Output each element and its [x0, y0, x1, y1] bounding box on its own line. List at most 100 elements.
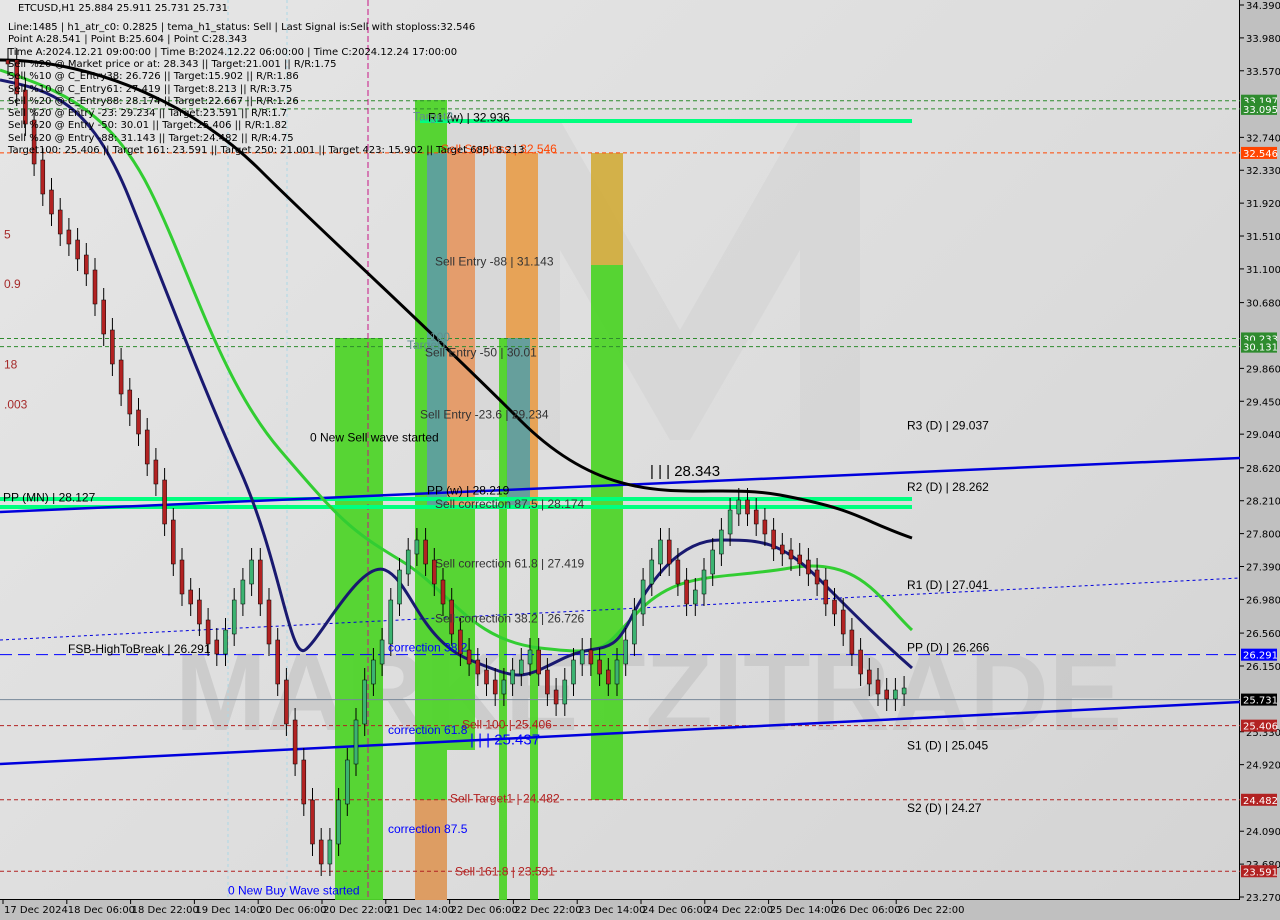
candle-body: [745, 499, 750, 515]
candle-body: [527, 649, 533, 665]
level-label: R1 (D) | 27.041: [907, 578, 989, 592]
candle-body: [57, 209, 63, 235]
level-label: 0 New Buy Wave started: [228, 884, 360, 898]
x-tick-label: 17 Dec 2024: [4, 905, 68, 916]
level-label: Sell correction 87.5 | 28.174: [435, 497, 585, 511]
candle-body: [553, 689, 559, 705]
candle-body: [197, 599, 202, 625]
x-tick-label: 20 Dec 22:00: [323, 905, 390, 916]
price-badge-label: 25.406: [1243, 722, 1278, 733]
candle-body: [223, 629, 228, 655]
x-tick-label: 20 Dec 06:00: [259, 905, 326, 916]
candle-body: [901, 687, 907, 695]
candle-body: [649, 559, 655, 585]
symbol-ohlc-line: ETCUSD,H1 25.884 25.911 25.731 25.731: [18, 3, 228, 14]
candle-body: [849, 629, 855, 655]
candle-body: [893, 689, 898, 700]
candle-body: [397, 569, 402, 605]
candle-body: [588, 649, 594, 665]
candle-body: [658, 539, 663, 565]
y-tick-label: 31.920: [1246, 199, 1280, 210]
candle-body: [780, 544, 785, 555]
y-tick-label: 29.860: [1246, 364, 1280, 375]
candle-body: [423, 539, 428, 565]
candle-body: [501, 679, 507, 695]
candle-body: [188, 589, 193, 605]
y-tick-label: 34.390: [1246, 1, 1280, 12]
level-label: Sell 100 | 25.406: [462, 718, 552, 732]
candle-body: [92, 269, 98, 305]
info-line: Point A:28.541 | Point B:25.604 | Point …: [8, 34, 248, 46]
candle-body: [371, 659, 376, 685]
candle-body: [75, 239, 80, 260]
level-label: FSB-HighToBreak | 26.291: [68, 642, 211, 656]
y-tick-label: 28.210: [1246, 497, 1280, 508]
candle-body: [840, 609, 846, 635]
level-label: correction 87.5: [388, 822, 468, 836]
price-badge-label: 32.546: [1243, 149, 1278, 160]
candle-body: [771, 529, 776, 550]
price-badge: [1241, 719, 1277, 732]
candle-body: [484, 669, 489, 685]
candle-body: [492, 679, 498, 695]
info-line: Time A:2024.12.21 09:00:00 | Time B:2024…: [8, 46, 458, 58]
y-tick-label: 23.680: [1246, 860, 1280, 871]
x-tick-label: 25 Dec 14:00: [770, 905, 837, 916]
partial-level-label: 5: [4, 227, 11, 241]
y-tick-label: 30.680: [1246, 299, 1280, 310]
x-tick-label: 23 Dec 14:00: [578, 905, 645, 916]
candle-body: [562, 679, 568, 705]
candle-body: [832, 599, 837, 615]
candle-body: [797, 554, 802, 565]
y-tick-label: 27.390: [1246, 563, 1280, 574]
candle-body: [510, 669, 515, 685]
y-tick-label: 25.330: [1246, 728, 1280, 739]
level-label: | | | 28.343: [650, 463, 720, 480]
candle-body: [118, 359, 124, 395]
candle-body: [275, 639, 280, 685]
level-label: Sell Entry -50 | 30.01: [425, 345, 537, 359]
y-tick-label: 24.090: [1246, 827, 1280, 838]
candle-body: [614, 659, 620, 685]
candle-body: [884, 689, 889, 700]
level-label: R3 (D) | 29.037: [907, 418, 989, 432]
chart-plot-area[interactable]: MARKETZITRADE R1 (w) | 32.936 Target2 Sell …: [0, 0, 1240, 900]
candle-body: [719, 529, 724, 555]
level-label: correction 38.2: [388, 641, 468, 655]
x-tick-label: 18 Dec 06:00: [68, 905, 135, 916]
price-badge-label: 33.095: [1243, 105, 1278, 116]
level-label: R2 (D) | 28.262: [907, 480, 989, 494]
info-line: Sell %20 @ Entry -88: 31.143 || Target:2…: [8, 132, 294, 144]
x-tick-label: 26 Dec 22:00: [897, 905, 964, 916]
price-badge-label: 30.131: [1243, 343, 1278, 354]
candle-body: [327, 839, 333, 865]
y-tick-label: 23.270: [1246, 893, 1280, 904]
y-tick-label: 31.100: [1246, 265, 1280, 276]
candle-body: [666, 539, 672, 565]
candle-body: [310, 799, 315, 845]
level-label: Sell Entry -88 | 31.143: [435, 254, 554, 268]
candle-body: [519, 659, 524, 675]
candle-body: [101, 299, 106, 335]
candle-body: [606, 669, 611, 685]
candle-body: [284, 679, 289, 725]
level-label: Target2: [413, 110, 453, 124]
info-line: Sell %20 @ C_Entry88: 28.174 || Target:2…: [8, 95, 299, 107]
x-tick-label: 24 Dec 22:00: [706, 905, 773, 916]
candle-body: [867, 669, 872, 685]
watermark-logo: [430, 120, 860, 450]
level-label: | | | 25.437: [470, 732, 540, 749]
price-badge-label: 26.291: [1243, 651, 1278, 662]
x-tick-label: 18 Dec 22:00: [132, 905, 199, 916]
candle-body: [475, 659, 481, 675]
candle-body: [414, 539, 420, 555]
candle-body: [136, 409, 141, 435]
x-tick-label: 19 Dec 14:00: [195, 905, 262, 916]
candle-body: [40, 159, 46, 195]
level-label: Sell correction 38.2 | 26.726: [435, 612, 585, 626]
candle-body: [466, 649, 472, 665]
level-label: Sell Target1 | 24.482: [450, 791, 560, 805]
x-tick-label: 22 Dec 06:00: [451, 905, 518, 916]
y-tick-label: 26.980: [1246, 595, 1280, 606]
candle-body: [632, 609, 637, 645]
